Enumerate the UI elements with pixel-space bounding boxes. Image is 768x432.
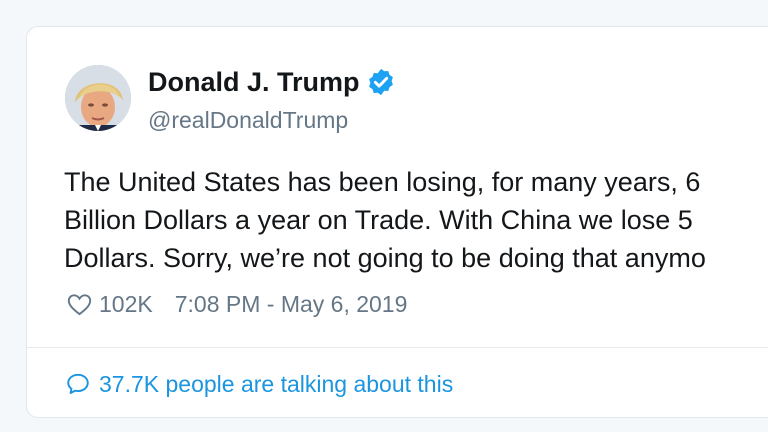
tweet-text: The United States has been losing, for m…	[64, 163, 706, 277]
verified-badge-icon	[368, 68, 393, 95]
display-name-text: Donald J. Trump	[148, 67, 360, 97]
tweet-timestamp[interactable]: 7:08 PM - May 6, 2019	[175, 289, 408, 319]
tweet-text-line: Dollars. Sorry, we’re not going to be do…	[64, 243, 706, 273]
tweet-meta: 102K 7:08 PM - May 6, 2019	[66, 289, 407, 319]
tweet-card: Donald J. Trump @realDonaldTrump The Uni…	[26, 26, 768, 418]
avatar-image	[65, 65, 131, 131]
tweet-text-line: Billion Dollars a year on Trade. With Ch…	[64, 205, 693, 235]
conversation-link[interactable]: 37.7K people are talking about this	[65, 369, 453, 399]
author-avatar[interactable]	[65, 65, 131, 131]
author-handle[interactable]: @realDonaldTrump	[148, 105, 348, 135]
speech-bubble-icon	[67, 373, 89, 394]
divider	[27, 347, 768, 348]
heart-icon[interactable]	[66, 291, 93, 318]
like-count[interactable]: 102K	[99, 289, 153, 319]
tweet-text-line: The United States has been losing, for m…	[64, 167, 701, 197]
conversation-count-text: 37.7K people are talking about this	[99, 371, 454, 397]
author-display-name[interactable]: Donald J. Trump	[148, 65, 396, 99]
